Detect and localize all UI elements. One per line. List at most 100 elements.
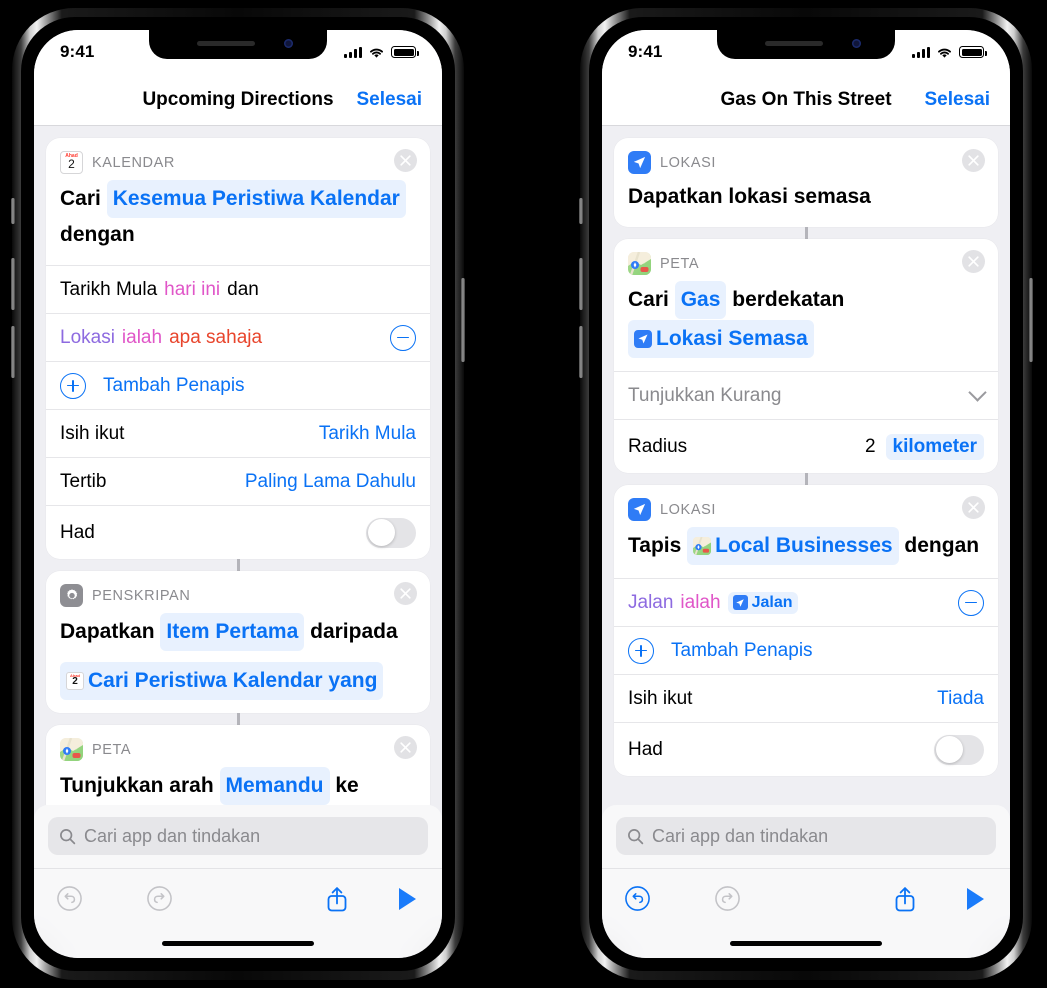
nav-bar: Gas On This Street Selesai: [602, 74, 1010, 126]
add-filter-label[interactable]: Tambah Penapis: [103, 375, 245, 397]
action-card-maps[interactable]: PETA Cari Gas berdekatan Lokasi Semasa T…: [614, 239, 998, 473]
bottom-bar: Cari app dan tindakan: [34, 805, 442, 958]
play-icon[interactable]: [958, 882, 992, 916]
volume-down-button[interactable]: [579, 326, 583, 378]
row-label: Radius: [628, 435, 688, 457]
row-had[interactable]: Had: [614, 722, 998, 776]
plus-icon[interactable]: [60, 372, 86, 399]
filter-verb[interactable]: ialah: [680, 592, 720, 614]
statement-token-secondary[interactable]: Ahad 2 Cari Peristiwa Kalendar yang: [60, 662, 384, 700]
share-icon[interactable]: [320, 882, 354, 916]
limit-toggle[interactable]: [366, 517, 416, 548]
statement-token[interactable]: Local Businesses: [687, 527, 899, 565]
battery-icon: [959, 46, 987, 58]
close-icon[interactable]: [394, 736, 417, 759]
radius-unit-token[interactable]: kilometer: [885, 433, 984, 460]
row-label: Isih ikut: [60, 422, 125, 444]
chevron-down-icon[interactable]: [968, 383, 987, 402]
filter-verb[interactable]: ialah: [122, 327, 162, 349]
row-tertib[interactable]: Tertib Paling Lama Dahulu: [46, 457, 430, 505]
row-add-filter[interactable]: Tambah Penapis: [614, 626, 998, 674]
row-radius[interactable]: Radius 2 kilometer: [614, 419, 998, 473]
row-value[interactable]: Tiada: [937, 688, 984, 710]
screenshot-stage: 9:41 Upcoming Directions Selesai Ahad 2 …: [0, 0, 1047, 988]
earpiece-speaker: [765, 41, 823, 46]
row-value[interactable]: Paling Lama Dahulu: [245, 471, 416, 493]
row-value[interactable]: Tarikh Mula: [319, 423, 416, 445]
done-button[interactable]: Selesai: [357, 89, 423, 111]
filter-value[interactable]: apa sahaja: [169, 327, 262, 349]
undo-icon[interactable]: [52, 882, 86, 916]
row-tarikh-mula[interactable]: Tarikh Mula hari ini dan: [46, 265, 430, 313]
token-label: Cari Peristiwa Kalendar yang: [88, 669, 378, 692]
status-time: 9:41: [60, 42, 95, 61]
editor-toolbar: [34, 868, 442, 928]
close-icon[interactable]: [962, 149, 985, 172]
action-card-location[interactable]: LOKASI Dapatkan lokasi semasa: [614, 138, 998, 227]
row-show-less[interactable]: Tunjukkan Kurang: [614, 371, 998, 419]
maps-icon: [60, 738, 83, 761]
token-label: Lokasi Semasa: [656, 327, 808, 350]
silent-switch[interactable]: [579, 198, 583, 224]
done-button[interactable]: Selesai: [925, 89, 991, 111]
phone-screen-left: 9:41 Upcoming Directions Selesai Ahad 2 …: [34, 30, 442, 958]
card-app-label: PETA: [92, 741, 132, 758]
statement-token[interactable]: Item Pertama: [160, 613, 305, 651]
statement-token[interactable]: Gas: [674, 281, 727, 319]
filter-value-token[interactable]: Jalan: [727, 591, 798, 614]
card-app-label: LOKASI: [660, 501, 716, 518]
radius-value[interactable]: 2: [865, 436, 876, 458]
token-label: Local Businesses: [715, 534, 893, 557]
undo-icon[interactable]: [620, 882, 654, 916]
statement-token[interactable]: Memandu: [219, 767, 330, 805]
plus-icon[interactable]: [628, 637, 654, 664]
row-isih-ikut[interactable]: Isih ikut Tiada: [614, 674, 998, 722]
row-isih-ikut[interactable]: Isih ikut Tarikh Mula: [46, 409, 430, 457]
notch: [149, 30, 327, 59]
limit-toggle[interactable]: [934, 734, 984, 765]
close-icon[interactable]: [962, 496, 985, 519]
volume-down-button[interactable]: [11, 326, 15, 378]
filter-field[interactable]: Jalan: [628, 592, 673, 614]
remove-filter-icon[interactable]: [390, 324, 416, 351]
cellular-bars-icon: [344, 46, 362, 58]
row-had[interactable]: Had: [46, 505, 430, 559]
redo-icon[interactable]: [710, 882, 744, 916]
share-icon[interactable]: [888, 882, 922, 916]
remove-filter-icon[interactable]: [958, 589, 984, 616]
close-icon[interactable]: [962, 250, 985, 273]
location-icon: [628, 498, 651, 521]
search-input[interactable]: Cari app dan tindakan: [616, 817, 996, 855]
card-header: LOKASI: [614, 485, 998, 523]
maps-icon: [693, 537, 712, 555]
action-card-location-filter[interactable]: LOKASI Tapis Local Businesses dengan Jal…: [614, 485, 998, 776]
close-icon[interactable]: [394, 582, 417, 605]
power-button[interactable]: [1029, 278, 1033, 362]
card-connector: [236, 559, 240, 571]
close-icon[interactable]: [394, 149, 417, 172]
statement-prefix: Tapis: [628, 534, 682, 557]
play-icon[interactable]: [390, 882, 424, 916]
volume-up-button[interactable]: [579, 258, 583, 310]
filter-field[interactable]: Lokasi: [60, 327, 115, 349]
add-filter-label[interactable]: Tambah Penapis: [671, 640, 813, 662]
nav-bar: Upcoming Directions Selesai: [34, 74, 442, 126]
power-button[interactable]: [461, 278, 465, 362]
action-card-scripting[interactable]: PENSKRIPAN Dapatkan Item Pertama daripad…: [46, 571, 430, 713]
silent-switch[interactable]: [11, 198, 15, 224]
search-input[interactable]: Cari app dan tindakan: [48, 817, 428, 855]
statement-prefix: Cari: [60, 187, 101, 210]
row-mid-value[interactable]: hari ini: [164, 279, 220, 301]
row-filter-jalan[interactable]: Jalan ialah Jalan: [614, 578, 998, 626]
action-card-calendar[interactable]: Ahad 2 KALENDAR Cari Kesemua Peristiwa K…: [46, 138, 430, 559]
editor-toolbar: [602, 868, 1010, 928]
volume-up-button[interactable]: [11, 258, 15, 310]
row-add-filter[interactable]: Tambah Penapis: [46, 361, 430, 409]
redo-icon[interactable]: [142, 882, 176, 916]
row-filter-lokasi[interactable]: Lokasi ialah apa sahaja: [46, 313, 430, 361]
statement-token-secondary[interactable]: Lokasi Semasa: [628, 320, 814, 358]
statement-token[interactable]: Kesemua Peristiwa Kalendar: [106, 180, 406, 218]
phone-left: 9:41 Upcoming Directions Selesai Ahad 2 …: [11, 8, 465, 980]
statement-prefix: Dapatkan: [60, 620, 155, 643]
front-camera: [284, 39, 293, 48]
